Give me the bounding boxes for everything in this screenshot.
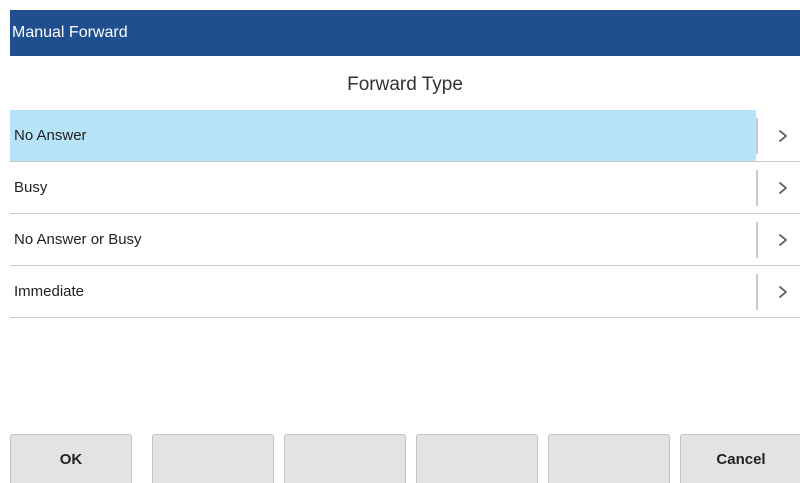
window-title: Manual Forward [12, 24, 128, 41]
list-item-divider [756, 222, 758, 258]
section-heading: Forward Type [347, 74, 463, 95]
chevron-right-icon[interactable] [778, 110, 788, 161]
list-item-label: No Answer [14, 127, 87, 144]
list-item-label: Busy [14, 179, 48, 196]
title-bar: Manual Forward [10, 10, 800, 56]
list-item-divider [756, 118, 758, 154]
softkey-bar: OK Cancel [10, 434, 800, 483]
ok-softkey[interactable]: OK [10, 434, 132, 483]
list-item-label: No Answer or Busy [14, 231, 142, 248]
cancel-softkey[interactable]: Cancel [680, 434, 800, 483]
list-item-no-answer-or-busy[interactable]: No Answer or Busy [10, 214, 800, 266]
list-item-no-answer[interactable]: No Answer [10, 110, 800, 162]
list-item-divider [756, 170, 758, 206]
softkey-5[interactable] [548, 434, 670, 483]
list-item-body[interactable]: No Answer [10, 110, 756, 161]
chevron-right-icon[interactable] [778, 214, 788, 265]
softkey-3[interactable] [284, 434, 406, 483]
forward-type-list: No Answer Busy No Answer or Busy Immedia… [10, 110, 800, 318]
list-item-immediate[interactable]: Immediate [10, 266, 800, 318]
chevron-right-icon[interactable] [778, 162, 788, 213]
list-item-divider [756, 274, 758, 310]
list-item-body[interactable]: No Answer or Busy [10, 214, 756, 265]
softkey-4[interactable] [416, 434, 538, 483]
list-item-busy[interactable]: Busy [10, 162, 800, 214]
chevron-right-icon[interactable] [778, 266, 788, 317]
softkey-2[interactable] [152, 434, 274, 483]
list-item-body[interactable]: Immediate [10, 266, 756, 317]
list-item-body[interactable]: Busy [10, 162, 756, 213]
list-item-label: Immediate [14, 283, 85, 300]
